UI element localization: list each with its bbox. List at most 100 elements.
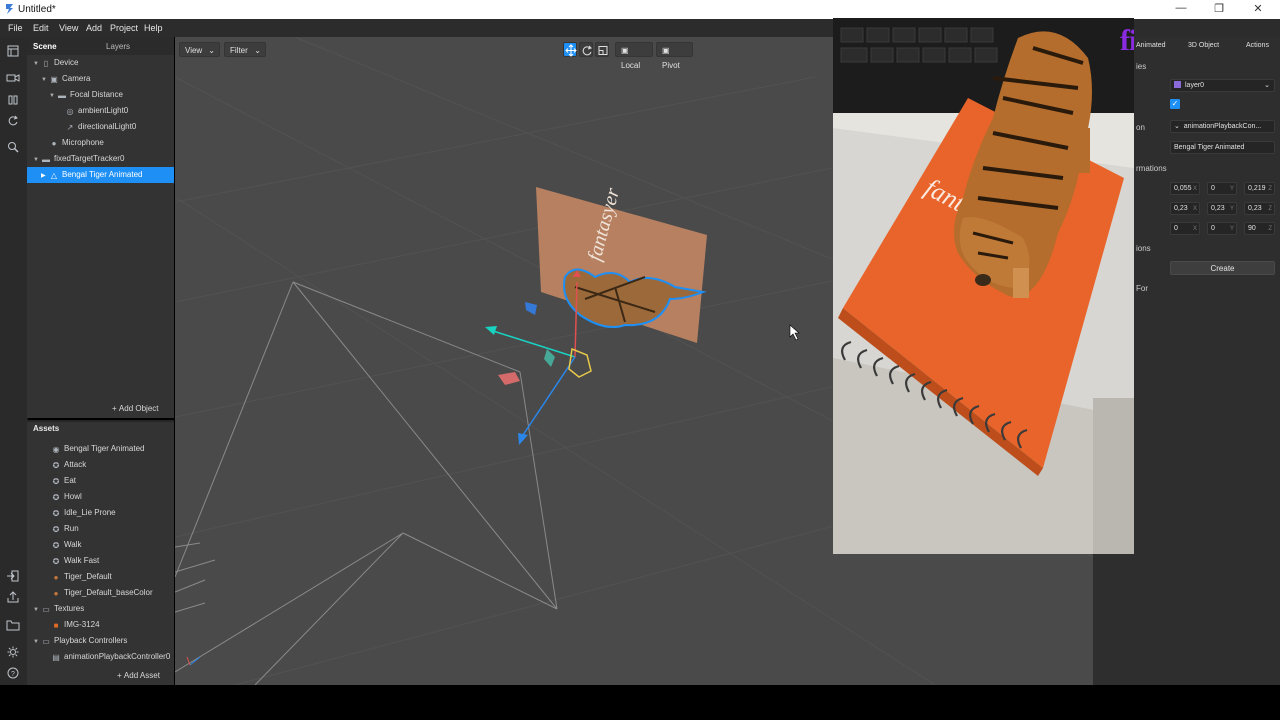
asset-label: Textures	[54, 604, 85, 613]
tree-item-microphone[interactable]: ● Microphone	[49, 135, 104, 151]
position-x-input[interactable]: 0,055 X	[1170, 182, 1200, 195]
layout-icon[interactable]	[6, 45, 20, 57]
collapse-arrow-icon[interactable]: ▶	[41, 168, 49, 184]
add-object-button[interactable]: + Add Object	[112, 404, 158, 413]
menu-help[interactable]: Help	[144, 23, 163, 33]
move-tool-button[interactable]	[563, 42, 577, 57]
asset-folder-textures[interactable]: ▼ ▭ Textures	[33, 601, 84, 617]
interactions-label: ions	[1136, 244, 1151, 253]
inspector-for-label: For	[1136, 284, 1148, 293]
position-y-input[interactable]: 0Y	[1207, 182, 1237, 195]
asset-item[interactable]: ■ IMG-3124	[51, 617, 100, 633]
expand-arrow-icon[interactable]: ▼	[33, 152, 41, 168]
rotation-y-input[interactable]: 0Y	[1207, 222, 1237, 235]
upload-icon[interactable]	[6, 591, 20, 603]
asset-item[interactable]: ✪ Walk Fast	[51, 553, 100, 569]
close-icon[interactable]: ✕	[1250, 2, 1266, 16]
pivot-button[interactable]: ▣ Pivot	[656, 42, 693, 70]
help-icon[interactable]: ?	[6, 667, 20, 679]
rotate-tool-button[interactable]	[579, 42, 593, 57]
tree-item-camera[interactable]: ▼ ▣ Camera	[41, 71, 90, 87]
expand-arrow-icon[interactable]: ▼	[33, 634, 41, 650]
visible-checkbox[interactable]: ✓	[1170, 99, 1180, 109]
preview-scene: fantasyer	[833, 18, 1134, 554]
asset-label: Tiger_Default	[64, 572, 112, 581]
expand-arrow-icon[interactable]: ▼	[49, 88, 57, 104]
tree-item-focal-distance[interactable]: ▼ ▬ Focal Distance	[49, 87, 123, 103]
rotate-icon	[582, 45, 592, 56]
tree-label: Microphone	[62, 138, 104, 147]
object-value: Bengal Tiger Animated	[1174, 144, 1245, 151]
filter-dropdown[interactable]: Filter ⌄	[224, 42, 266, 57]
window-title: Untitled*	[18, 4, 56, 15]
expand-arrow-icon[interactable]: ▼	[33, 56, 41, 72]
position-z-input[interactable]: 0,219 Z	[1244, 182, 1275, 195]
local-space-button[interactable]: ▣ Local	[615, 42, 653, 70]
settings-icon[interactable]	[6, 646, 20, 658]
asset-item[interactable]: ● Tiger_Default_baseColor	[51, 585, 153, 601]
layer-color-swatch	[1174, 81, 1181, 88]
view-dropdown[interactable]: View ⌄	[179, 42, 220, 57]
object-field[interactable]: Bengal Tiger Animated	[1170, 141, 1275, 154]
tree-item-ambient-light[interactable]: ◎ ambientLight0	[65, 103, 129, 119]
scale-tool-button[interactable]	[595, 42, 609, 57]
asset-label: Bengal Tiger Animated	[64, 444, 145, 453]
tree-item-bengal-tiger[interactable]: ▶ △ Bengal Tiger Animated	[41, 167, 143, 183]
tab-actions[interactable]: Actions	[1246, 42, 1269, 49]
directional-light-icon: ↗	[66, 123, 74, 132]
axis-label: X	[1192, 226, 1197, 232]
tree-item-device[interactable]: ▼ ▯ Device	[33, 55, 78, 71]
search-icon[interactable]	[6, 141, 20, 153]
texture-icon: ■	[53, 621, 59, 630]
scale-x-input[interactable]: 0,23 X	[1170, 202, 1200, 215]
asset-item[interactable]: ✪ Howl	[51, 489, 82, 505]
refresh-icon[interactable]	[6, 115, 20, 127]
animation-controller-dropdown[interactable]: ⌄ animationPlaybackCon...	[1170, 120, 1275, 133]
asset-folder-playback-controllers[interactable]: ▼ ▭ Playback Controllers	[33, 633, 127, 649]
axis-label: X	[1192, 186, 1197, 192]
scale-z-input[interactable]: 0,23 Z	[1244, 202, 1275, 215]
chevron-down-icon: ⌄	[208, 46, 215, 55]
tab-layers[interactable]: Layers	[106, 42, 130, 51]
asset-item[interactable]: ✪ Run	[51, 521, 79, 537]
folder-icon[interactable]	[6, 619, 20, 631]
menu-file[interactable]: File	[8, 23, 23, 33]
rotation-z-input[interactable]: 90 Z	[1244, 222, 1275, 235]
tree-item-fixed-target-tracker[interactable]: ▼ ▬ fixedTargetTracker0	[33, 151, 124, 167]
asset-item[interactable]: ● Tiger_Default	[51, 569, 112, 585]
asset-item[interactable]: ✪ Eat	[51, 473, 76, 489]
animation-icon: ✪	[52, 509, 60, 518]
minimize-icon[interactable]: —	[1173, 2, 1189, 16]
animation-icon: ✪	[52, 493, 60, 502]
menu-edit[interactable]: Edit	[33, 23, 49, 33]
expand-arrow-icon[interactable]: ▼	[33, 602, 41, 618]
tab-scene[interactable]: Scene	[33, 42, 57, 51]
axis-label: Y	[1229, 186, 1234, 192]
asset-item[interactable]: ✪ Walk	[51, 537, 82, 553]
restore-icon[interactable]: ❐	[1211, 2, 1227, 16]
inspector-section-label: ies	[1136, 62, 1147, 71]
expand-arrow-icon[interactable]: ▼	[41, 72, 49, 88]
create-button[interactable]: Create	[1170, 261, 1275, 275]
rotation-x-input[interactable]: 0X	[1170, 222, 1200, 235]
tab-3d-object[interactable]: 3D Object	[1188, 42, 1219, 49]
scale-y-input[interactable]: 0,23 Y	[1207, 202, 1237, 215]
add-asset-button[interactable]: + Add Asset	[117, 671, 160, 680]
asset-label: Eat	[64, 476, 77, 485]
layer-dropdown[interactable]: layer0 ⌄	[1170, 79, 1275, 92]
pause-icon[interactable]	[6, 94, 20, 106]
asset-item[interactable]: ✪ Attack	[51, 457, 87, 473]
asset-item[interactable]: ▤ animationPlaybackController0	[51, 649, 170, 665]
menu-project[interactable]: Project	[110, 23, 138, 33]
tracker-icon: ▬	[42, 155, 50, 164]
asset-label: IMG-3124	[64, 620, 100, 629]
asset-item[interactable]: ◉ Bengal Tiger Animated	[51, 441, 145, 457]
value: 0,23	[1248, 205, 1262, 212]
value: 0,23	[1174, 205, 1188, 212]
video-icon[interactable]	[6, 72, 20, 84]
menu-add[interactable]: Add	[86, 23, 102, 33]
asset-item[interactable]: ✪ Idle_Lie Prone	[51, 505, 116, 521]
login-icon[interactable]	[6, 570, 20, 582]
menu-view[interactable]: View	[59, 23, 78, 33]
tree-item-directional-light[interactable]: ↗ directionalLight0	[65, 119, 137, 135]
